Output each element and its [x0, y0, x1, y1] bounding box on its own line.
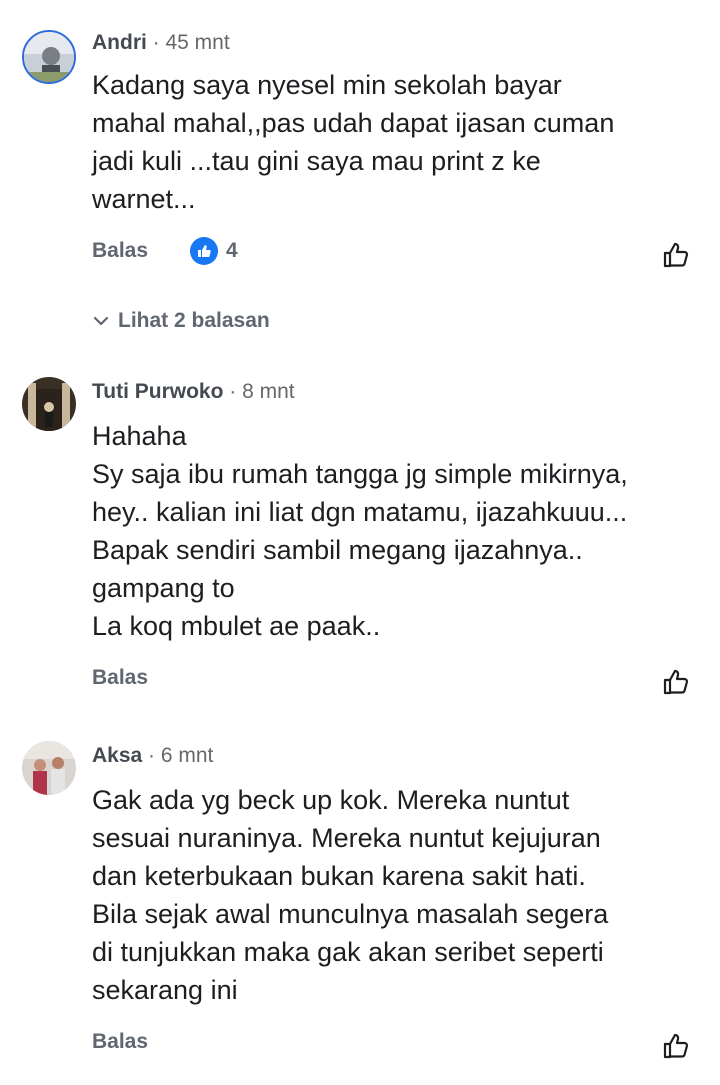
- chevron-down-icon: [93, 316, 109, 326]
- comment-line: di tunjukkan maka gak akan seribet seper…: [92, 937, 604, 967]
- reply-button[interactable]: Balas: [92, 665, 148, 691]
- thumbs-up-outline-icon: [663, 669, 689, 695]
- thumbs-up-outline-icon: [663, 242, 689, 268]
- avatar[interactable]: [22, 377, 76, 431]
- comment-line: Bapak sendiri sambil megang ijazahnya..: [92, 535, 583, 565]
- comment-time: · 8 mnt: [223, 380, 295, 403]
- avatar-image: [22, 377, 76, 431]
- comment-text: Kadang saya nyesel min sekolah bayar mah…: [92, 66, 702, 218]
- comment-time: · 45 mnt: [146, 31, 230, 54]
- reaction-count: 4: [226, 239, 238, 262]
- comment-line: Gak ada yg beck up kok. Mereka nuntut: [92, 785, 570, 815]
- author-name[interactable]: Aksa: [92, 744, 142, 767]
- comment-time: · 6 mnt: [142, 744, 214, 767]
- comment-line: La koq mbulet ae paak..: [92, 611, 381, 641]
- comment-line: warnet...: [92, 184, 196, 214]
- author-name[interactable]: Andri: [92, 31, 147, 54]
- view-replies-link[interactable]: Lihat 2 balasan: [92, 308, 270, 334]
- like-button[interactable]: [662, 240, 694, 272]
- comment-line: Kadang saya nyesel min sekolah bayar: [92, 70, 562, 100]
- comment-line: sesuai nuraninya. Mereka nuntut kejujura…: [92, 823, 601, 853]
- comment-meta: Tuti Purwoko · 8 mnt: [92, 379, 295, 405]
- author-name[interactable]: Tuti Purwoko: [92, 380, 223, 403]
- like-reaction-icon: [190, 237, 218, 265]
- comment-line: dan keterbukaan bukan karena sakit hati.: [92, 861, 586, 891]
- comment-line: mahal mahal,,pas udah dapat ijasan cuman: [92, 108, 615, 138]
- like-button[interactable]: [662, 667, 694, 699]
- comment-meta: Aksa · 6 mnt: [92, 743, 213, 769]
- thumbs-up-outline-icon: [663, 1033, 689, 1059]
- reply-button[interactable]: Balas: [92, 238, 148, 264]
- comment-line: hey.. kalian ini liat dgn matamu, ijazah…: [92, 497, 628, 527]
- avatar-image: [22, 741, 76, 795]
- comment-line: Bila sejak awal munculnya masalah segera: [92, 899, 609, 929]
- comment-line: Sy saja ibu rumah tangga jg simple mikir…: [92, 459, 628, 489]
- view-replies-label: Lihat 2 balasan: [118, 309, 270, 332]
- comment-line: jadi kuli ...tau gini saya mau print z k…: [92, 146, 541, 176]
- avatar-image: [24, 32, 74, 82]
- comment-meta: Andri · 45 mnt: [92, 30, 230, 56]
- reply-button[interactable]: Balas: [92, 1029, 148, 1055]
- comment-text: Hahaha Sy saja ibu rumah tangga jg simpl…: [92, 417, 702, 645]
- comment-text: Gak ada yg beck up kok. Mereka nuntut se…: [92, 781, 702, 1009]
- comment-line: gampang to: [92, 573, 235, 603]
- comment-line: Hahaha: [92, 421, 187, 451]
- comment-line: sekarang ini: [92, 975, 238, 1005]
- like-button[interactable]: [662, 1031, 694, 1063]
- avatar[interactable]: [22, 30, 76, 84]
- reaction-summary[interactable]: 4: [190, 237, 238, 265]
- avatar[interactable]: [22, 741, 76, 795]
